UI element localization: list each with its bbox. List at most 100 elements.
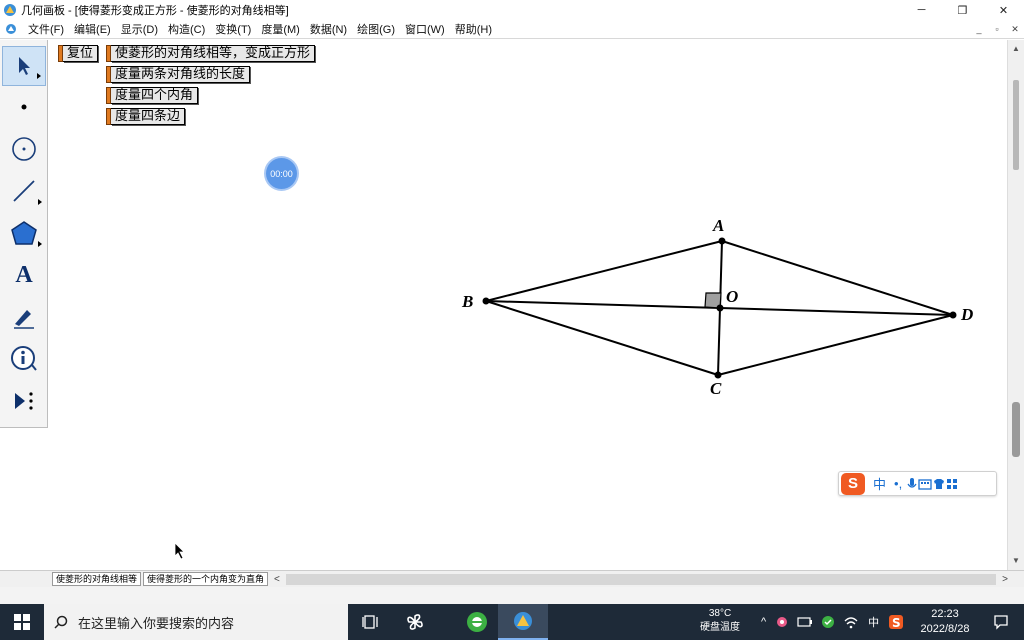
label-b[interactable]: B (461, 292, 473, 311)
straightedge-tool[interactable] (2, 171, 46, 211)
title-bar: 几何画板 - [使得菱形变成正方形 - 使菱形的对角线相等] ─ ❐ ✕ (0, 0, 1024, 20)
menu-display[interactable]: 显示(D) (116, 21, 163, 37)
timer-badge[interactable]: 00:00 (266, 158, 297, 189)
menu-transform[interactable]: 变换(T) (210, 21, 256, 37)
menu-window[interactable]: 窗口(W) (400, 21, 450, 37)
weather-widget[interactable]: 38°C 硬盘温度 (690, 607, 750, 635)
doc-restore-button[interactable]: ▫ (988, 24, 1006, 34)
point-c[interactable] (714, 371, 722, 379)
vertical-scrollbar[interactable]: ▲ ▼ (1007, 40, 1024, 570)
point-b[interactable] (482, 297, 490, 305)
label-c[interactable]: C (710, 379, 722, 398)
notification-center-button[interactable] (978, 604, 1024, 640)
horizontal-scrollbar[interactable] (285, 573, 997, 585)
menu-measure[interactable]: 度量(M) (256, 21, 305, 37)
scroll-down-arrow[interactable]: ▼ (1012, 556, 1020, 565)
menu-bar: 文件(F) 编辑(E) 显示(D) 构造(C) 变换(T) 度量(M) 数据(N… (0, 20, 1024, 39)
ime-language-indicator[interactable]: 中 (868, 614, 879, 630)
arrow-tool[interactable] (2, 46, 46, 86)
information-tool[interactable] (2, 339, 46, 379)
document-icon (6, 24, 16, 34)
menu-construct[interactable]: 构造(C) (163, 21, 210, 37)
microphone-icon[interactable] (906, 477, 918, 491)
straightedge-tool-icon (13, 180, 35, 202)
menu-help[interactable]: 帮助(H) (450, 21, 497, 37)
segment-bc[interactable] (485, 300, 719, 376)
toolbox: A (0, 40, 48, 428)
pinned-app-browser[interactable] (452, 604, 502, 640)
page-tab-2[interactable]: 使得菱形的一个内角变为直角 (143, 572, 269, 586)
search-icon (54, 615, 68, 629)
compass-tool-icon (12, 137, 36, 161)
point-d[interactable] (949, 311, 957, 319)
scroll-thumb-top[interactable] (1013, 80, 1019, 170)
doc-close-button[interactable]: ✕ (1006, 24, 1024, 35)
sketchpad-taskbar-icon (514, 612, 532, 630)
label-a[interactable]: A (712, 216, 724, 235)
taskbar-search[interactable]: 在这里输入你要搜索的内容 (44, 604, 348, 640)
tray-expand-icon[interactable]: ^ (761, 616, 766, 628)
hscroll-right-arrow[interactable]: > (1002, 574, 1008, 585)
text-tool[interactable]: A (2, 255, 46, 295)
information-tool-icon (11, 346, 37, 371)
point-o[interactable] (716, 304, 724, 312)
pinned-app-pinwheel[interactable] (390, 604, 440, 640)
close-button[interactable]: ✕ (983, 0, 1024, 20)
task-view-button[interactable] (346, 604, 396, 640)
windows-logo-icon (14, 614, 30, 630)
segment-cd[interactable] (717, 314, 954, 376)
sogou-tray-icon[interactable]: S (888, 614, 904, 630)
menu-graph[interactable]: 绘图(G) (352, 21, 400, 37)
skin-icon[interactable] (932, 478, 946, 490)
keyboard-icon[interactable] (918, 478, 932, 490)
compass-tool[interactable] (2, 129, 46, 169)
taskbar-clock[interactable]: 22:23 2022/8/28 (912, 607, 978, 637)
custom-tool[interactable] (2, 381, 46, 421)
scroll-up-arrow[interactable]: ▲ (1012, 44, 1020, 53)
scroll-thumb[interactable] (1012, 402, 1020, 457)
taskbar: 在这里输入你要搜索的内容 38°C 硬盘温度 ^ 中 S 22:23 2022/… (0, 604, 1024, 640)
polygon-tool-icon (11, 221, 37, 245)
menu-edit[interactable]: 编辑(E) (69, 21, 116, 37)
maximize-button[interactable]: ❐ (942, 0, 983, 20)
security-icon[interactable] (821, 615, 835, 629)
battery-icon[interactable] (797, 616, 813, 628)
menu-file[interactable]: 文件(F) (23, 21, 69, 37)
toolbox-grid-icon[interactable] (946, 478, 958, 490)
search-placeholder: 在这里输入你要搜索的内容 (78, 615, 235, 631)
weather-temp: 38°C (708, 608, 732, 619)
system-tray: ^ 中 S (756, 604, 908, 640)
status-strip (0, 587, 1024, 604)
menu-number[interactable]: 数据(N) (305, 21, 352, 37)
wifi-icon[interactable] (843, 615, 859, 629)
segment-ad[interactable] (721, 240, 954, 316)
marker-tool-icon (14, 310, 34, 329)
label-o[interactable]: O (726, 287, 738, 306)
mouse-cursor-icon (174, 542, 185, 560)
ime-mode-toggle[interactable]: 中 (873, 474, 886, 493)
clock-time: 22:23 (931, 608, 959, 620)
segment-ab[interactable] (485, 240, 723, 302)
custom-tool-icon (15, 392, 33, 410)
sketchpad-app-icon (4, 4, 16, 16)
start-button[interactable] (0, 604, 44, 640)
ime-toolbar[interactable]: S 中 •, (838, 471, 997, 496)
marker-tool[interactable] (2, 297, 46, 337)
point-tool-icon (21, 104, 27, 110)
pinned-app-sketchpad[interactable] (498, 604, 548, 640)
point-a[interactable] (718, 237, 726, 245)
label-d[interactable]: D (960, 305, 973, 324)
point-tool[interactable] (2, 87, 46, 127)
sogou-logo[interactable]: S (841, 472, 865, 495)
svg-text:S: S (892, 616, 901, 630)
hscroll-left-arrow[interactable]: < (274, 574, 280, 585)
minimize-button[interactable]: ─ (901, 0, 942, 20)
window-title: 几何画板 - [使得菱形变成正方形 - 使菱形的对角线相等] (21, 5, 289, 17)
task-view-icon (362, 615, 378, 629)
doc-minimize-button[interactable]: _ (970, 24, 988, 34)
polygon-tool[interactable] (2, 213, 46, 253)
ime-punct-toggle[interactable]: •, (894, 476, 902, 491)
flower-icon[interactable] (775, 615, 789, 629)
page-tab-1[interactable]: 使菱形的对角线相等 (52, 572, 142, 586)
pinwheel-icon (407, 614, 423, 630)
